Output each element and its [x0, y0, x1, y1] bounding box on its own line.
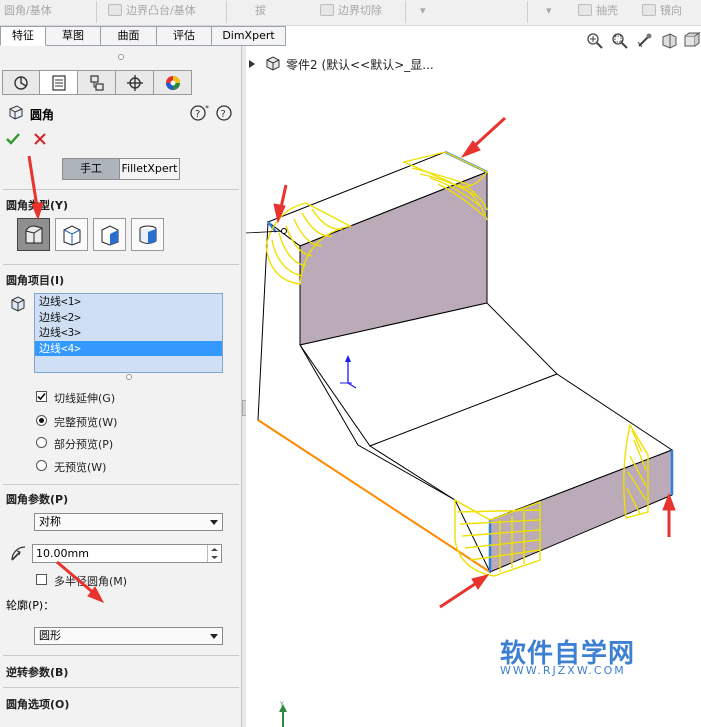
- toolbar-dropdown-arrow[interactable]: ▾: [546, 2, 552, 20]
- toolbar-dropdown-arrow[interactable]: ▾: [420, 2, 426, 20]
- pane-annotation-arrows: [27, 155, 105, 603]
- boundary-cut-icon: [320, 4, 334, 16]
- toolbar-item-draft[interactable]: 拔: [255, 2, 266, 20]
- toolbar-item-mirror-label: 镜向: [660, 4, 682, 17]
- toolbar-item-boundary-cut-label: 边界切除: [338, 4, 382, 17]
- view-triad-icon: Y: [279, 701, 287, 727]
- toolbar-item-shell[interactable]: 抽壳: [578, 2, 618, 20]
- watermark-url: WWW.RJZXW.COM: [500, 664, 626, 677]
- model-canvas[interactable]: Y: [246, 46, 701, 727]
- toolbar-divider: [527, 1, 528, 23]
- svg-text:Y: Y: [279, 701, 284, 708]
- toolbar-item-shell-label: 抽壳: [596, 4, 618, 17]
- toolbar-item-mirror[interactable]: 镜向: [642, 2, 682, 20]
- toolbar-item-boundary-cut[interactable]: 边界切除: [320, 2, 382, 20]
- toolbar-divider: [405, 1, 406, 23]
- pick-point-marker: [281, 228, 287, 234]
- shell-icon: [578, 4, 592, 16]
- toolbar-item-draft-label: 拔: [255, 4, 266, 17]
- mirror-icon: [642, 4, 656, 16]
